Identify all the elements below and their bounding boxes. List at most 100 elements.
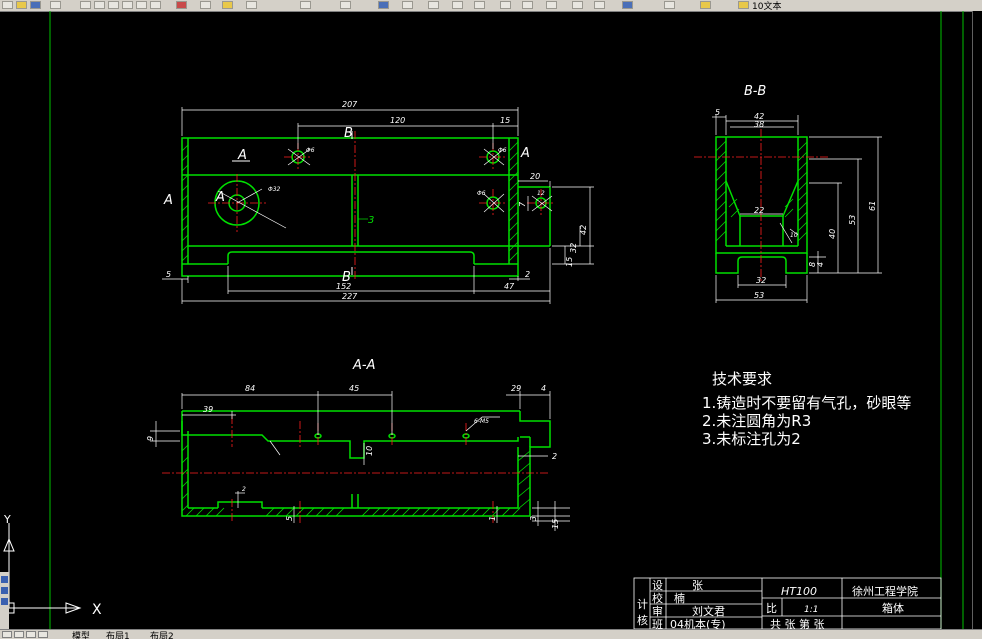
paste-icon[interactable] (136, 1, 147, 9)
section-a-mid: A (215, 190, 225, 205)
dim-32: 32 (569, 243, 578, 253)
undo-icon[interactable] (176, 1, 187, 9)
aa-dim-2: 2 (552, 452, 557, 461)
cut-icon[interactable] (108, 1, 119, 9)
print-icon[interactable] (50, 1, 61, 9)
dim-3: 3 (368, 215, 374, 226)
vertical-scrollbar[interactable] (972, 11, 982, 638)
tb-material: HT100 (781, 585, 817, 598)
new-icon[interactable] (2, 1, 13, 9)
zoom-window-icon[interactable] (402, 1, 413, 9)
bb-dim-4: 4 (816, 262, 825, 267)
tool-icon[interactable] (1, 587, 8, 594)
section-a-right: A (520, 146, 530, 161)
tb-he: 核 (637, 613, 648, 627)
top-view: 207 120 15 20 5 152 227 47 2 32 42 15 7 … (162, 100, 594, 304)
bb-dim-22: 22 (754, 206, 764, 215)
tb-class-name: 04机本(专) (670, 617, 726, 629)
section-a-left: A (163, 193, 173, 208)
dim-hole-1: Φ6 (306, 147, 315, 154)
zoom-extents-icon[interactable] (452, 1, 463, 9)
tool-icon[interactable] (1, 598, 8, 605)
dim-12: 12 (537, 190, 545, 197)
save-icon[interactable] (30, 1, 41, 9)
dim-hole-2: Φ6 (498, 147, 507, 154)
aa-dim-39: 39 (203, 405, 213, 414)
aa-dim-10: 10 (365, 446, 374, 456)
prev-tab-icon[interactable] (14, 631, 24, 638)
tool-palette-icon[interactable] (572, 1, 583, 9)
dim-7: 7 (518, 201, 527, 207)
dim-15: 15 (500, 116, 510, 125)
redo-icon[interactable] (200, 1, 211, 9)
aa-dim-2b: 2 (242, 486, 246, 493)
aa-dim-29: 29 (511, 384, 521, 393)
next-tab-icon[interactable] (26, 631, 36, 638)
preview-icon[interactable] (80, 1, 91, 9)
open-icon[interactable] (16, 1, 27, 9)
tb-check: 校 (652, 591, 663, 605)
layer-color-icon[interactable] (738, 1, 749, 9)
tb-approve: 审 (652, 604, 663, 618)
zoom-previous-icon[interactable] (428, 1, 439, 9)
tb-ji: 计 (637, 598, 648, 611)
properties-icon[interactable] (340, 1, 351, 9)
note-line-2: 2.未注圆角为R3 (702, 412, 811, 430)
tb-school: 徐州工程学院 (852, 584, 918, 598)
copy-icon[interactable] (122, 1, 133, 9)
bb-dim-38: 38 (754, 120, 764, 129)
match-props-icon[interactable] (150, 1, 161, 9)
aa-dim-4: 4 (541, 384, 546, 393)
bb-dim-40: 40 (828, 229, 837, 239)
dim-47: 47 (504, 282, 515, 291)
bb-dim-53: 53 (754, 291, 764, 300)
last-tab-icon[interactable] (38, 631, 48, 638)
tb-design: 设 (652, 579, 663, 592)
bb-view: B-B 5 42 38 22 32 53 61 53 40 8 4 10 (694, 84, 882, 303)
aa-view: A-A 84 45 29 4 39 9 6-M5 10 2 2 5 1 3 15 (146, 358, 570, 531)
dim-style-icon[interactable] (500, 1, 511, 9)
aa-title: A-A (352, 358, 375, 373)
aa-dim-1: 1 (488, 516, 497, 521)
dim-hole-3: Φ6 (477, 190, 486, 197)
dim-5: 5 (166, 270, 171, 279)
tb-part-name: 箱体 (882, 601, 904, 615)
tb-zhang: 张 (692, 579, 703, 592)
note-line-1: 1.铸造时不要留有气孔，砂眼等 (702, 394, 911, 412)
title-block: 设 校 审 班 计 核 张 楠 刘文君 04机本(专) HT100 徐州工程学院… (633, 577, 942, 629)
first-tab-icon[interactable] (2, 631, 12, 638)
section-b-bottom: B (342, 270, 351, 285)
tb-sheets: 共 张 第 张 (770, 617, 825, 629)
text-style-icon[interactable] (474, 1, 485, 9)
publish-icon[interactable] (94, 1, 105, 9)
layer-on-icon[interactable] (700, 1, 711, 9)
left-toolbar-strip[interactable] (0, 572, 9, 629)
help-icon[interactable] (622, 1, 633, 9)
aa-dim-9: 9 (146, 436, 155, 441)
aa-dim-45: 45 (349, 384, 359, 393)
drawing-canvas[interactable]: 207 120 15 20 5 152 227 47 2 32 42 15 7 … (0, 11, 972, 629)
dim-42: 42 (579, 225, 588, 235)
dim-hole-4: Φ32 (268, 186, 281, 193)
table-style-icon[interactable] (522, 1, 533, 9)
tb-ratio-label: 比 (766, 602, 777, 615)
dim-120: 120 (390, 116, 405, 125)
dropdown-icon[interactable] (300, 1, 311, 9)
notes-heading: 技术要求 (712, 370, 772, 388)
aa-dim-15: 15 (551, 519, 560, 529)
dim-207: 207 (342, 100, 358, 109)
zoom-realtime-icon[interactable] (378, 1, 389, 9)
technical-notes: 技术要求 1.铸造时不要留有气孔，砂眼等 2.未注圆角为R3 3.未标注孔为2 (702, 370, 911, 448)
zoom-icon[interactable] (246, 1, 257, 9)
pan-icon[interactable] (222, 1, 233, 9)
calculator-icon[interactable] (594, 1, 605, 9)
bb-dim-53v: 53 (848, 215, 857, 225)
tool-icon[interactable] (1, 576, 8, 583)
design-center-icon[interactable] (546, 1, 557, 9)
ucs-y-label: Y (3, 513, 11, 526)
tb-ratio: 1:1 (804, 605, 818, 615)
layer-manager-icon[interactable] (664, 1, 675, 9)
bb-title: B-B (744, 84, 766, 99)
dim-20: 20 (530, 172, 540, 181)
bb-dim-32: 32 (756, 276, 766, 285)
